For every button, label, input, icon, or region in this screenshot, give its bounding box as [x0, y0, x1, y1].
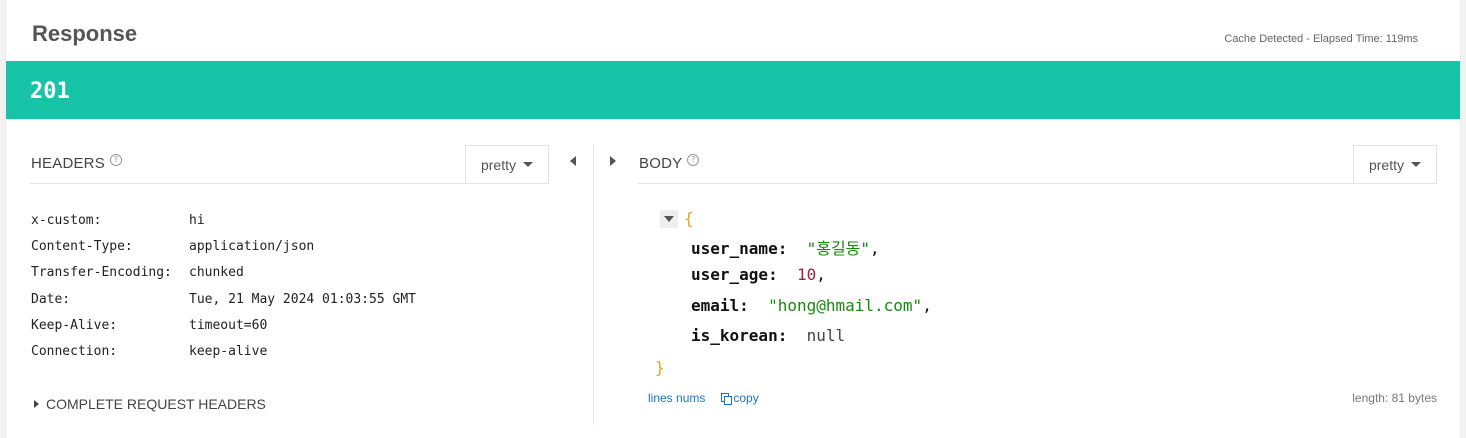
json-punct: ,: [816, 265, 826, 284]
body-length: length: 81 bytes: [1352, 391, 1437, 405]
copy-icon: [721, 393, 733, 405]
json-line: user_name: "홍길동",: [691, 235, 880, 259]
json-collapse-toggle[interactable]: [660, 210, 678, 228]
json-punct: ,: [870, 239, 880, 258]
json-close-brace: }: [655, 358, 665, 377]
body-footer-actions: lines nums copy: [648, 391, 759, 405]
json-punct: ,: [922, 296, 932, 315]
response-panel: Response Cache Detected - Elapsed Time: …: [6, 0, 1460, 438]
status-code: 201: [30, 79, 70, 104]
json-value: "홍길동": [806, 239, 871, 258]
caret-down-icon: [664, 216, 674, 222]
json-key: user_name:: [691, 239, 788, 258]
json-value: 10: [796, 265, 817, 284]
copy-link[interactable]: copy: [721, 391, 759, 405]
json-value: "hong@hmail.com": [768, 296, 923, 315]
caret-down-icon: [1411, 162, 1421, 167]
json-value: null: [806, 326, 846, 345]
response-meta: Cache Detected - Elapsed Time: 119ms: [1224, 33, 1418, 45]
json-open-brace: {: [684, 209, 694, 228]
body-title: BODY: [639, 155, 683, 172]
json-key: email:: [691, 296, 749, 315]
body-view-mode-dropdown[interactable]: pretty: [1353, 145, 1437, 183]
json-line: is_korean: null: [691, 326, 845, 345]
status-bar: 201: [6, 61, 1460, 119]
body-pane: BODY? pretty { user_name: "홍길동", user_ag…: [6, 119, 1460, 438]
json-key: is_korean:: [691, 326, 788, 345]
body-header: BODY? pretty: [638, 145, 1437, 184]
json-line: user_age: 10,: [691, 265, 826, 284]
response-title: Response: [32, 21, 138, 46]
help-icon[interactable]: ?: [687, 154, 700, 166]
json-key: user_age:: [691, 265, 778, 284]
body-view-mode-label: pretty: [1368, 156, 1404, 173]
lines-nums-link[interactable]: lines nums: [648, 391, 705, 405]
copy-label: copy: [733, 391, 759, 405]
json-line: email: "hong@hmail.com",: [691, 296, 932, 315]
